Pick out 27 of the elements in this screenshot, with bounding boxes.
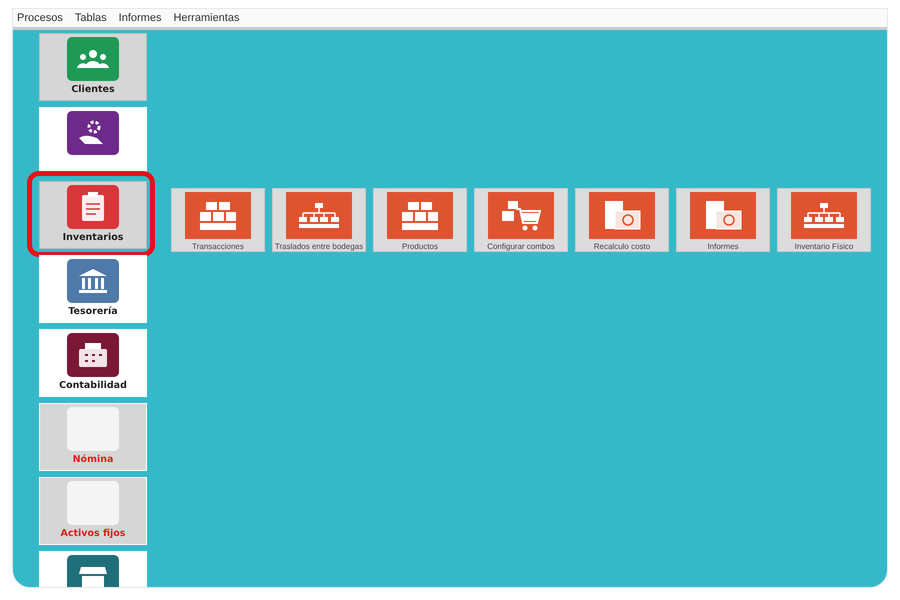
store-icon [78, 565, 108, 587]
documents-icon [703, 198, 743, 232]
submodule-button[interactable]: Informes [676, 188, 770, 252]
module-button[interactable]: Contabilidad [39, 329, 147, 397]
bank-icon [78, 268, 108, 294]
people-icon [76, 48, 110, 70]
boxes-icon [400, 200, 440, 232]
hierarchy-icon [297, 202, 341, 230]
documents-icon [602, 198, 642, 232]
menu-item[interactable]: Procesos [17, 12, 63, 24]
cash-register-icon [77, 342, 109, 368]
submodule-button[interactable]: Productos [373, 188, 467, 252]
submodule-button[interactable]: Configurar combos [474, 188, 568, 252]
module-button[interactable]: Tesorería [39, 255, 147, 323]
menu-item[interactable]: Herramientas [173, 12, 240, 24]
menu-item[interactable]: Informes [118, 12, 162, 24]
submodule-button[interactable]: Transacciones [171, 188, 265, 252]
menu-item[interactable]: Tablas [74, 12, 107, 24]
submodule-button[interactable]: Recalculo costo [575, 188, 669, 252]
clipboard-icon [81, 192, 105, 222]
cart-boxes-icon [500, 198, 542, 232]
submodule-button[interactable]: Traslados entre bodegas [272, 188, 366, 252]
module-button[interactable]: Clientes [39, 33, 147, 101]
boxes-icon [198, 200, 238, 232]
module-button[interactable]: Inventarios [39, 181, 147, 249]
submodule-button[interactable]: Inventario Físico [777, 188, 871, 252]
hierarchy-icon [802, 202, 846, 230]
